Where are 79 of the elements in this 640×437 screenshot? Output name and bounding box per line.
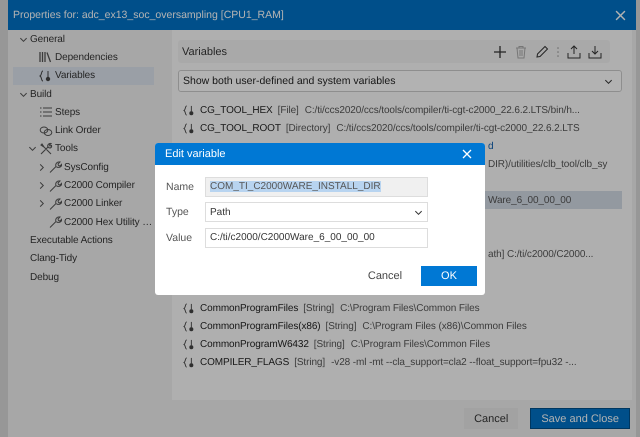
braces-icon (183, 122, 196, 134)
wrench-icon (48, 178, 62, 193)
filter-dropdown[interactable]: Show both user-defined and system variables (178, 70, 622, 92)
name-field[interactable]: COM_TI_C2000WARE_INSTALL_DIR (205, 176, 428, 197)
chevron-right-icon[interactable] (37, 181, 46, 190)
tree-item[interactable]: Build (13, 84, 154, 104)
list-icon (39, 106, 53, 118)
close-icon[interactable] (615, 10, 626, 20)
tree-item[interactable]: Clang-Tidy (13, 250, 154, 268)
variable-value: C:\Program Files\Common Files (340, 302, 480, 314)
download-icon[interactable] (588, 44, 602, 58)
tree-item[interactable]: Variables (13, 66, 154, 85)
tree-item[interactable]: C2000 Hex Utility … (13, 212, 154, 232)
type-dropdown[interactable]: Path (205, 202, 428, 222)
value-field[interactable]: C:/ti/c2000/C2000Ware_6_00_00_00 (205, 228, 428, 248)
variable-row[interactable]: CommonProgramW6432 [String] C:\Program Files\Common Files (183, 335, 622, 353)
upload-icon[interactable] (567, 44, 581, 58)
variable-value: C:/ti/ccs2020/ccs/tools/compiler/ti-cgt-c2000_22.6.2.LTS (336, 122, 580, 134)
variable-row[interactable]: COMPILER_FLAGS [String] -v28 -ml -mt --cla_support=cla2 --float_support=fpu32 -... (183, 353, 622, 371)
ok-button[interactable]: OK (421, 266, 477, 286)
braces-icon (183, 338, 196, 350)
variable-value: C:\Program Files\Common Files (350, 338, 490, 350)
braces-icon (183, 104, 196, 116)
variable-type: [String] (294, 356, 326, 368)
field-label: Type (166, 206, 190, 218)
variable-value: C:\Program Files (x86)\Common Files (362, 320, 527, 332)
field-label: Value (166, 232, 194, 244)
wrench-icon (48, 215, 62, 230)
tree-item[interactable]: Link Order (13, 121, 154, 140)
wrench-icon (48, 160, 62, 174)
variable-value: Ware_6_00_00_00 (488, 194, 572, 206)
variable-value: C:/ti/ccs2020/ccs/tools/compiler/ti-cgt-c2000_22.6.2.LTS/bin/h... (304, 104, 580, 116)
variable-type: [String] (326, 320, 356, 332)
variable-name: CG_TOOL_HEX (200, 104, 273, 116)
close-icon[interactable] (462, 149, 472, 159)
variable-type: [String] (314, 338, 345, 350)
tree-item[interactable]: SysConfig (13, 158, 154, 176)
tree-item[interactable]: Steps (13, 103, 154, 122)
tools-icon (39, 142, 53, 156)
variable-type: [Directory] (286, 122, 330, 134)
dialog-title: Edit variable (165, 148, 226, 160)
variable-name: COMPILER_FLAGS (200, 356, 290, 368)
cancel-button[interactable]: Cancel (464, 408, 518, 429)
variable-row[interactable]: CG_TOOL_ROOT [Directory] C:/ti/ccs2020/ccs/tools/compiler/ti-cgt-c2000_22.6.2.LTS (183, 119, 622, 137)
save-button[interactable]: Save and Close (530, 408, 630, 429)
variable-type: [File] (278, 104, 299, 116)
tree-item[interactable]: General (13, 30, 154, 48)
tree-item[interactable]: Executable Actions (13, 231, 154, 250)
books-icon (39, 51, 53, 64)
chevron-right-icon[interactable] (37, 162, 46, 172)
window-title: Properties for: adc_ex13_soc_oversampling [CPU1_RAM] (13, 9, 284, 21)
wrench-icon (48, 196, 62, 211)
variable-value: DIR)/utilities/clb_tool/clb_sy (488, 158, 608, 170)
braces-icon (39, 70, 53, 82)
add-icon[interactable] (493, 44, 507, 58)
panel-title: Variables (182, 46, 228, 58)
braces-icon (183, 320, 196, 332)
field-label: Name (166, 180, 196, 193)
tree-item[interactable]: C2000 Compiler (13, 176, 154, 195)
braces-icon (183, 356, 196, 368)
variable-name: CG_TOOL_ROOT (200, 122, 281, 134)
variable-value: ath] C:/ti/c2000/C2000... (488, 248, 594, 260)
variable-name: CommonProgramFiles (200, 302, 298, 314)
pencil-icon[interactable] (535, 44, 549, 58)
variable-row[interactable]: CommonProgramFiles(x86) [String] C:\Program Files (x86)\Common Files (183, 317, 622, 335)
tree-item[interactable]: Dependencies (13, 48, 154, 67)
variable-type: [String] (303, 302, 334, 314)
variable-row[interactable]: CommonProgramFiles [String] C:\Program Files\Common Files (183, 299, 622, 317)
variable-value: -v28 -ml -mt --cla_support=cla2 --float_support=fpu32 -... (331, 356, 576, 368)
chevron-down-icon[interactable] (28, 144, 37, 154)
tree-item[interactable]: Tools (13, 140, 154, 158)
tree-item[interactable]: C2000 Linker (13, 194, 154, 213)
link-icon (39, 124, 53, 137)
variable-name: CommonProgramW6432 (200, 338, 309, 350)
tree-item[interactable]: Debug (13, 268, 154, 286)
variable-row[interactable]: CG_TOOL_HEX [File] C:/ti/ccs2020/ccs/tools/compiler/ti-cgt-c2000_22.6.2.LTS/bin/h... (183, 101, 622, 119)
chevron-right-icon[interactable] (37, 199, 46, 208)
variable-name: CommonProgramFiles(x86) (200, 320, 321, 332)
braces-icon (183, 302, 196, 314)
